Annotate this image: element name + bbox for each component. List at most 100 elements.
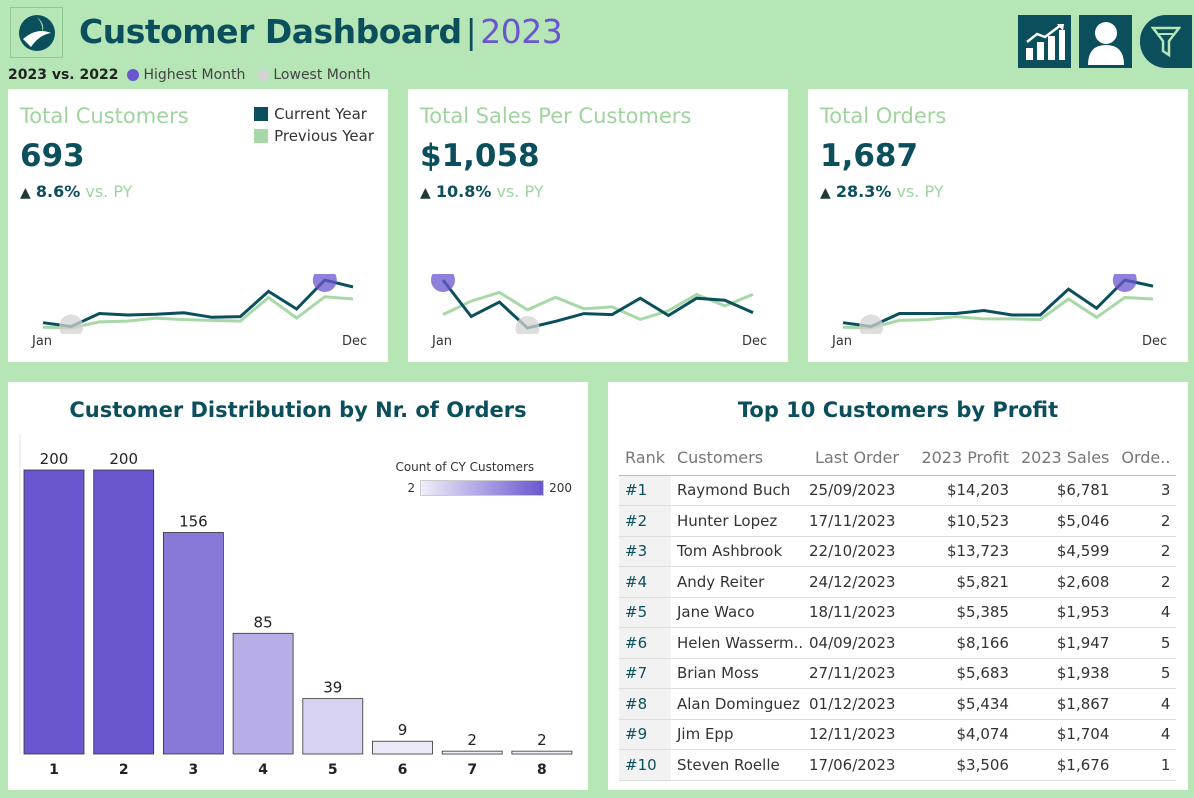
col-rank[interactable]: Rank <box>619 440 671 475</box>
rank-cell: #6 <box>619 627 671 658</box>
table-row[interactable]: #3 Tom Ashbrook 22/10/2023 $13,723 $4,599 2 <box>619 535 1177 567</box>
x-axis-start: Jan <box>832 334 853 349</box>
col-orders[interactable]: Orde.. <box>1115 440 1176 475</box>
bar-orders-2[interactable] <box>93 469 155 755</box>
kpi-delta-vs: vs. PY <box>496 182 544 201</box>
x-axis-start: Jan <box>432 334 453 349</box>
rank-cell: #8 <box>619 688 671 719</box>
bar-orders-4[interactable] <box>232 632 294 755</box>
rank-cell: #2 <box>619 505 671 536</box>
bar-orders-7[interactable] <box>441 750 503 755</box>
customer-name-cell: Hunter Lopez <box>670 505 803 536</box>
kpi-legend: Current Year Previous Year <box>254 105 374 149</box>
legend-current-label: Current Year <box>274 105 367 123</box>
kpi-title: Total Customers <box>20 104 189 128</box>
previous-year-line <box>42 295 354 330</box>
col-sales[interactable]: 2023 Sales <box>1015 440 1115 475</box>
bar-value-label: 200 <box>40 450 69 468</box>
customer-name-cell: Andy Reiter <box>670 566 803 597</box>
customer-name-cell: Brian Moss <box>670 657 803 689</box>
table-row[interactable]: #7 Brian Moss 27/11/2023 $5,683 $1,938 5 <box>619 657 1177 689</box>
bar-orders-6[interactable] <box>372 740 433 755</box>
col-profit[interactable]: 2023 Profit <box>911 440 1015 475</box>
chart-growth-icon[interactable] <box>1018 15 1071 68</box>
sales-cell: $1,676 <box>1014 749 1116 781</box>
color-legend-min: 2 <box>407 481 416 495</box>
sales-cell: $4,599 <box>1014 535 1116 567</box>
legend-highest: Highest Month <box>127 67 245 83</box>
col-customers[interactable]: Customers <box>671 440 803 475</box>
up-arrow-icon: ▲ <box>20 185 31 201</box>
profit-cell: $5,434 <box>910 688 1015 719</box>
comparison-label: 2023 vs. 2022 <box>8 67 119 83</box>
table-row[interactable]: #1 Raymond Buch 25/09/2023 $14,203 $6,781 3 <box>619 474 1177 506</box>
table-row[interactable]: #8 Alan Dominguez 01/12/2023 $5,434 $1,867 4 <box>619 688 1177 719</box>
sales-cell: $1,867 <box>1014 688 1116 719</box>
table-row[interactable]: #6 Helen Wasserm.. 04/09/2023 $8,166 $1,947 5 <box>619 627 1177 658</box>
kpi-delta-vs: vs. PY <box>85 182 133 201</box>
legend-highest-label: Highest Month <box>143 67 246 83</box>
table-row[interactable]: #2 Hunter Lopez 17/11/2023 $10,523 $5,046 2 <box>619 505 1177 536</box>
rank-cell: #9 <box>619 718 671 750</box>
legend-lowest-label: Lowest Month <box>273 67 371 83</box>
last-order-cell: 24/12/2023 <box>802 566 911 597</box>
profit-cell: $5,385 <box>910 596 1015 628</box>
legend-lowest: Lowest Month <box>257 67 371 83</box>
legend-previous-label: Previous Year <box>274 127 374 145</box>
profit-cell: $5,683 <box>910 657 1015 689</box>
profit-cell: $5,821 <box>910 566 1015 597</box>
sparkline-sales-per-customer[interactable] <box>408 274 788 334</box>
table-row[interactable]: #10 Steven Roelle 17/06/2023 $3,506 $1,676 1 <box>619 749 1177 781</box>
lowest-month-marker[interactable] <box>59 314 84 334</box>
kpi-title: Total Sales Per Customers <box>420 104 692 128</box>
bar-orders-1[interactable] <box>23 469 85 755</box>
sales-cell: $5,046 <box>1014 505 1116 536</box>
up-arrow-icon: ▲ <box>820 185 831 201</box>
lowest-dot-icon <box>257 69 270 81</box>
x-tick-label: 6 <box>398 762 408 778</box>
bar-value-label: 85 <box>254 613 273 631</box>
sales-cell: $2,608 <box>1014 566 1116 597</box>
last-order-cell: 17/06/2023 <box>802 749 911 781</box>
col-last-order[interactable]: Last Order <box>803 440 911 475</box>
table-row[interactable]: #9 Jim Epp 12/11/2023 $4,074 $1,704 4 <box>619 718 1177 750</box>
rank-cell: #1 <box>619 474 671 506</box>
legend-previous-year: Previous Year <box>254 127 374 145</box>
last-order-cell: 27/11/2023 <box>802 657 911 689</box>
user-icon[interactable] <box>1079 15 1132 68</box>
kpi-delta-pct: 10.8% <box>435 182 492 201</box>
profit-cell: $8,166 <box>910 627 1015 658</box>
x-axis-start: Jan <box>32 334 53 349</box>
header-toolbar <box>1018 15 1192 68</box>
table-row[interactable]: #4 Andy Reiter 24/12/2023 $5,821 $2,608 2 <box>619 566 1177 597</box>
kpi-delta-pct: 28.3% <box>835 182 892 201</box>
bar-orders-8[interactable] <box>511 750 573 755</box>
highest-dot-icon <box>127 69 140 81</box>
last-order-cell: 01/12/2023 <box>802 688 911 719</box>
bar-orders-5[interactable] <box>302 698 364 755</box>
highlight-legend: 2023 vs. 2022 Highest Month Lowest Month <box>8 67 379 83</box>
kpi-value: $1,058 <box>420 138 540 174</box>
bar-orders-3[interactable] <box>162 532 224 755</box>
orders-cell: 4 <box>1115 596 1177 628</box>
sparkline-total-customers[interactable] <box>8 274 388 334</box>
orders-cell: 2 <box>1115 535 1177 567</box>
color-legend-title: Count of CY Customers <box>395 460 535 474</box>
profit-cell: $14,203 <box>910 474 1015 506</box>
title-year: 2023 <box>480 12 563 51</box>
sales-cell: $6,781 <box>1014 474 1116 506</box>
orders-cell: 5 <box>1115 657 1177 689</box>
bar-value-label: 2 <box>537 731 547 749</box>
sales-cell: $1,938 <box>1014 657 1116 689</box>
filter-icon[interactable] <box>1140 15 1192 68</box>
table-row[interactable]: #5 Jane Waco 18/11/2023 $5,385 $1,953 4 <box>619 596 1177 628</box>
orders-cell: 5 <box>1115 627 1177 658</box>
x-axis-end: Dec <box>742 334 768 349</box>
customer-name-cell: Steven Roelle <box>670 749 803 781</box>
customer-distribution-panel: Customer Distribution by Nr. of Orders 2… <box>8 382 588 790</box>
color-legend-max: 200 <box>549 481 572 495</box>
lowest-month-marker[interactable] <box>859 314 884 334</box>
bar-value-label: 156 <box>179 512 208 530</box>
sparkline-total-orders[interactable] <box>808 274 1188 334</box>
top10-title: Top 10 Customers by Profit <box>737 398 1059 422</box>
